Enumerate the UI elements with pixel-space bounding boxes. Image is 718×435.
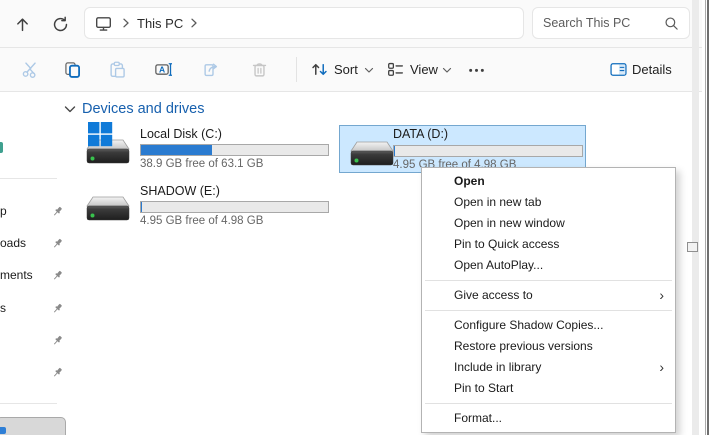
sidebar-item-label: ments	[0, 268, 33, 282]
breadcrumb-this-pc[interactable]: This PC	[137, 16, 183, 31]
drive-icon[interactable]	[348, 139, 396, 169]
menu-separator	[425, 403, 672, 404]
drive-capacity-bar	[140, 144, 329, 156]
copy-icon[interactable]	[64, 61, 81, 78]
breadcrumb-chevron-icon	[121, 17, 131, 29]
drive-name[interactable]: SHADOW (E:)	[140, 184, 220, 198]
up-arrow-icon	[14, 16, 31, 33]
section-header-devices-and-drives[interactable]: Devices and drives	[82, 101, 205, 117]
menu-item-include-in-library[interactable]: Include in library›	[422, 357, 675, 378]
breadcrumb-chevron-icon[interactable]	[189, 17, 199, 29]
submenu-arrow-icon: ›	[659, 285, 664, 306]
chevron-down-icon	[364, 67, 374, 75]
this-pc-icon	[95, 15, 112, 32]
sidebar-item[interactable]	[0, 328, 66, 354]
view-label: View	[410, 62, 438, 77]
refresh-button[interactable]	[44, 8, 76, 40]
rename-icon[interactable]: A	[155, 61, 172, 78]
context-menu: OpenOpen in new tabOpen in new windowPin…	[421, 167, 676, 433]
drive-capacity-fill	[394, 146, 395, 156]
share-icon[interactable]	[203, 61, 220, 78]
pin-icon	[52, 335, 63, 346]
sidebar-separator	[0, 403, 57, 404]
pin-icon	[52, 206, 63, 217]
drive-capacity-bar	[140, 201, 329, 213]
drive-name[interactable]: DATA (D:)	[393, 127, 448, 141]
sidebar-item-label: oads	[0, 236, 26, 250]
menu-item-pin-to-quick-access[interactable]: Pin to Quick access	[422, 234, 675, 255]
windows-logo-icon	[88, 122, 113, 147]
search-placeholder: Search This PC	[543, 16, 664, 30]
window-border	[705, 0, 706, 435]
command-bar: A Sort	[0, 48, 702, 92]
sidebar-icon-sliver	[0, 142, 3, 153]
sidebar-item[interactable]	[0, 360, 66, 386]
drive-capacity-fill	[141, 202, 142, 212]
details-label: Details	[632, 62, 672, 77]
window-border	[707, 0, 709, 435]
sidebar-item[interactable]: oads	[0, 231, 66, 257]
sidebar-item[interactable]: ments	[0, 263, 66, 289]
sidebar-item[interactable]: p	[0, 199, 66, 225]
sidebar-item-this-pc-selected[interactable]	[0, 417, 66, 435]
section-collapse-chevron-icon[interactable]	[64, 105, 76, 114]
submenu-arrow-icon: ›	[659, 357, 664, 378]
menu-separator	[425, 280, 672, 281]
navigation-bar: This PC Search This PC	[0, 0, 702, 48]
menu-item-open-in-new-window[interactable]: Open in new window	[422, 213, 675, 234]
search-input[interactable]: Search This PC	[532, 7, 690, 39]
drive-name[interactable]: Local Disk (C:)	[140, 127, 222, 141]
chevron-down-icon	[442, 67, 452, 75]
pin-icon	[52, 238, 63, 249]
sort-icon	[311, 61, 328, 78]
up-button[interactable]	[6, 8, 38, 40]
refresh-icon	[52, 16, 69, 33]
pin-icon	[52, 367, 63, 378]
menu-item-give-access-to[interactable]: Give access to›	[422, 285, 675, 306]
menu-item-open-in-new-tab[interactable]: Open in new tab	[422, 192, 675, 213]
menu-item-configure-shadow-copies[interactable]: Configure Shadow Copies...	[422, 315, 675, 336]
drive-size-text: 4.95 GB free of 4.98 GB	[140, 215, 263, 228]
menu-item-restore-previous-versions[interactable]: Restore previous versions	[422, 336, 675, 357]
sidebar-item[interactable]: s	[0, 296, 66, 322]
cut-icon[interactable]	[22, 61, 39, 78]
sidebar-item-label: s	[0, 301, 6, 315]
pin-icon	[52, 270, 63, 281]
drive-capacity-fill	[141, 145, 212, 155]
scrollbar-thumb[interactable]	[687, 242, 698, 252]
sidebar-separator	[0, 178, 57, 179]
drive-capacity-bar	[393, 145, 583, 157]
paste-icon[interactable]	[109, 61, 126, 78]
address-bar[interactable]: This PC	[84, 7, 524, 39]
pin-icon	[52, 303, 63, 314]
delete-icon[interactable]	[251, 61, 268, 78]
this-pc-icon	[0, 427, 6, 434]
view-icon	[387, 61, 404, 78]
menu-item-format[interactable]: Format...	[422, 408, 675, 429]
sidebar-item-label: p	[0, 204, 7, 218]
more-options-icon[interactable]	[468, 64, 485, 81]
search-icon	[664, 16, 679, 31]
details-pane-icon	[610, 61, 627, 78]
menu-item-pin-to-start[interactable]: Pin to Start	[422, 378, 675, 399]
drive-size-text: 38.9 GB free of 63.1 GB	[140, 158, 263, 171]
menu-separator	[425, 310, 672, 311]
scrollbar-track[interactable]	[692, 0, 699, 435]
sort-label: Sort	[334, 62, 358, 77]
svg-text:A: A	[159, 64, 165, 74]
toolbar-divider	[296, 57, 297, 82]
menu-item-open-autoplay[interactable]: Open AutoPlay...	[422, 255, 675, 276]
file-explorer-window: This PC Search This PC	[0, 0, 718, 435]
menu-item-open[interactable]: Open	[422, 171, 675, 192]
drive-icon[interactable]	[84, 194, 132, 224]
